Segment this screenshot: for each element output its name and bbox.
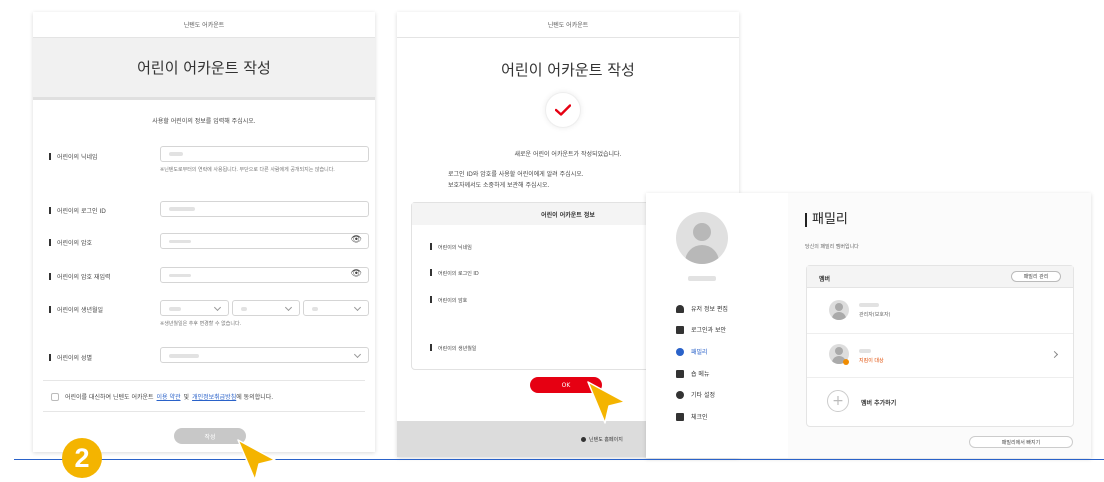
- pointer-cursor-icon: [237, 439, 276, 481]
- success-check-icon: [545, 92, 581, 128]
- birth-day-select[interactable]: [303, 300, 369, 316]
- notice-line-1: 로그인 ID와 암호를 사용할 어린이에게 알려 주십시오.: [448, 171, 584, 178]
- info-password-label: 어린이의 암호: [430, 296, 467, 304]
- agree-suffix-text: 에 동의합니다.: [236, 394, 274, 401]
- show-password-icon[interactable]: 👁: [351, 235, 362, 245]
- leave-family-button[interactable]: 패밀리에서 빠지기: [969, 436, 1073, 448]
- bottom-divider: [14, 459, 1104, 460]
- password-input[interactable]: 👁: [160, 233, 369, 249]
- member-row[interactable]: 지킴이 대상: [807, 334, 1073, 378]
- qr-code-icon: [676, 412, 684, 421]
- nickname-note: ※닌텐도로부터의 연락에 사용됩니다. 무단으로 다른 사람에게 공개되지는 않…: [160, 167, 335, 173]
- nintendo-homepage-link[interactable]: 닌텐도 홈페이지: [581, 436, 623, 443]
- add-circle-icon: +: [827, 390, 849, 412]
- family-title: 패밀리: [805, 213, 848, 227]
- info-birthday-label: 어린이의 생년월일: [430, 344, 476, 352]
- nintendo-account-header: 닌텐도 어카운트: [33, 12, 375, 38]
- avatar: [676, 212, 728, 264]
- home-circle-icon: [581, 437, 586, 442]
- password-confirm-input[interactable]: 👁: [160, 267, 369, 283]
- info-nickname-label: 어린이의 닉네임: [430, 243, 472, 251]
- menu-edit-user-info[interactable]: 유저 정보 편집: [676, 304, 728, 313]
- user-name-blurred: [688, 276, 716, 281]
- menu-checkin[interactable]: 체크인: [676, 412, 708, 421]
- step-badge: 2: [62, 438, 102, 478]
- step-number: 2: [74, 442, 90, 473]
- members-card: 멤버 패밀리 관리 관리자(보호자) 지킴이 대상 + 멤버 추가하기: [806, 265, 1074, 427]
- add-member-label: 멤버 추가하기: [861, 400, 897, 407]
- member-role: 지킴이 대상: [859, 358, 884, 364]
- menu-shop[interactable]: 숍 메뉴: [676, 369, 709, 378]
- member-name-blurred: [859, 303, 879, 307]
- pointer-cursor-icon: [587, 381, 626, 424]
- page-title: 어린이 어카운트 작성: [33, 38, 375, 100]
- info-login-id-label: 어린이의 로그인 ID: [430, 269, 479, 277]
- nintendo-homepage-label: 닌텐도 홈페이지: [589, 437, 623, 443]
- login-id-label: 어린이의 로그인 ID: [49, 206, 106, 215]
- agree-mid-text: 및: [183, 394, 190, 401]
- gender-select[interactable]: [160, 347, 369, 363]
- menu-family[interactable]: 패밀리: [676, 347, 708, 356]
- member-name-blurred: [859, 349, 871, 353]
- page-title: 어린이 어카운트 작성: [501, 60, 635, 79]
- birthday-label: 어린이의 생년월일: [49, 305, 103, 314]
- birthday-note: ※생년월일은 추후 변경할 수 없습니다.: [160, 321, 242, 327]
- show-password-confirm-icon[interactable]: 👁: [351, 269, 362, 279]
- menu-other-settings[interactable]: 기타 설정: [676, 390, 715, 399]
- terms-agreement: 어린이를 대신하여 닌텐도 어카운트 이용 약관 및 개인정보취급방침 에 동의합…: [51, 392, 273, 401]
- gender-label: 어린이의 성별: [49, 353, 92, 362]
- privacy-link[interactable]: 개인정보취급방침: [192, 392, 236, 401]
- family-page-panel: 유저 정보 편집 로그인과 보안 패밀리 숍 메뉴 기타 설정 체크인 패밀리 …: [646, 193, 1091, 458]
- sidebar: 유저 정보 편집 로그인과 보안 패밀리 숍 메뉴 기타 설정 체크인: [646, 193, 788, 458]
- nickname-input[interactable]: [160, 146, 369, 162]
- login-id-input[interactable]: [160, 201, 369, 217]
- chevron-right-icon[interactable]: [1050, 350, 1059, 359]
- password-label: 어린이의 암호: [49, 238, 92, 247]
- member-role: 관리자(보호자): [859, 312, 891, 318]
- members-header: 멤버 패밀리 관리: [807, 266, 1073, 288]
- lock-icon: [676, 325, 684, 334]
- nintendo-account-header: 닌텐도 어카운트: [397, 12, 739, 38]
- terms-link[interactable]: 이용 약관: [157, 392, 181, 401]
- birth-month-select[interactable]: [232, 300, 300, 316]
- shopping-bag-icon: [676, 369, 684, 378]
- agree-text: 어린이를 대신하여 닌텐도 어카운트: [65, 394, 154, 401]
- create-child-account-form-panel: 닌텐도 어카운트 어린이 어카운트 작성 사용할 어린이의 정보를 입력해 주십…: [33, 12, 375, 452]
- family-subtitle: 당신의 패밀리 멤버입니다: [805, 244, 859, 250]
- birth-year-select[interactable]: [160, 300, 229, 316]
- agree-checkbox[interactable]: [51, 392, 59, 401]
- password-confirm-label: 어린이의 암호 재입력: [49, 272, 111, 281]
- family-icon: [676, 347, 684, 356]
- gear-icon: [676, 390, 684, 399]
- nickname-label: 어린이의 닉네임: [49, 152, 98, 161]
- manage-family-button[interactable]: 패밀리 관리: [1011, 271, 1061, 282]
- members-header-label: 멤버: [819, 276, 831, 283]
- notice-line-2: 보호자께서도 소중하게 보관해 주십시오.: [448, 182, 550, 189]
- add-member-row[interactable]: + 멤버 추가하기: [807, 379, 1073, 423]
- menu-login-security[interactable]: 로그인과 보안: [676, 325, 726, 334]
- member-row[interactable]: 관리자(보호자): [807, 290, 1073, 334]
- user-icon: [676, 304, 684, 313]
- member-avatar: [829, 300, 849, 320]
- created-message: 새로운 어린이 어카운트가 작성되었습니다.: [514, 151, 622, 158]
- intro-text: 사용할 어린이의 정보를 입력해 주십시오.: [152, 118, 256, 125]
- child-badge-icon: [843, 359, 849, 365]
